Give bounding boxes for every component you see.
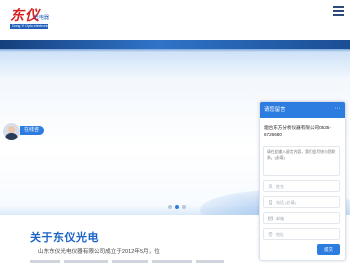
company-logo[interactable]: 东仪 光电器 Dong Yi Opto-electronics [10, 9, 50, 31]
email-field[interactable] [263, 212, 340, 224]
user-icon [268, 184, 273, 189]
phone-input[interactable] [276, 198, 336, 207]
online-chat-label: 在线咨询 [20, 126, 44, 142]
mail-icon [268, 216, 273, 221]
phone-field[interactable] [263, 196, 340, 208]
slider-dot-active[interactable] [175, 205, 179, 209]
slider-pagination [168, 196, 189, 209]
about-intro-text: 山东东仪光电仪器有限公司成立于2012年5月，位 [38, 249, 160, 255]
banner-top-streak [0, 40, 350, 49]
agent-avatar-icon [2, 122, 21, 141]
address-field[interactable] [263, 228, 340, 240]
phone-icon [269, 200, 272, 205]
name-input[interactable] [276, 182, 336, 191]
address-input[interactable] [276, 230, 336, 239]
message-panel-header: 请您留言 ⋯ [260, 102, 345, 118]
about-title: 关于东仪光电 [30, 232, 99, 244]
site-header: 东仪 光电器 Dong Yi Opto-electronics [0, 0, 350, 40]
online-chat-button[interactable]: 在线咨询 [0, 122, 44, 142]
slider-dot[interactable] [168, 205, 172, 209]
submit-button[interactable]: 提交 [317, 244, 340, 255]
ellipsis-icon[interactable]: ⋯ [335, 105, 342, 113]
slider-dot[interactable] [182, 205, 186, 209]
logo-sub-text: 光电器 [34, 15, 50, 21]
about-text-cutoff [30, 258, 258, 263]
company-contact-line: 烟台东方分析仪器有限公司0535-6726680 [264, 125, 331, 137]
logo-english-band: Dong Yi Opto-electronics [10, 24, 48, 29]
hamburger-menu-icon[interactable] [333, 6, 344, 16]
message-content-textarea[interactable] [263, 146, 340, 176]
message-panel-title: 请您留言 [264, 107, 286, 113]
message-form-panel: 请您留言 ⋯ 烟台东方分析仪器有限公司0535-6726680 提交 [259, 101, 346, 261]
location-pin-icon [268, 232, 273, 237]
email-input[interactable] [276, 214, 336, 223]
name-field[interactable] [263, 180, 340, 192]
